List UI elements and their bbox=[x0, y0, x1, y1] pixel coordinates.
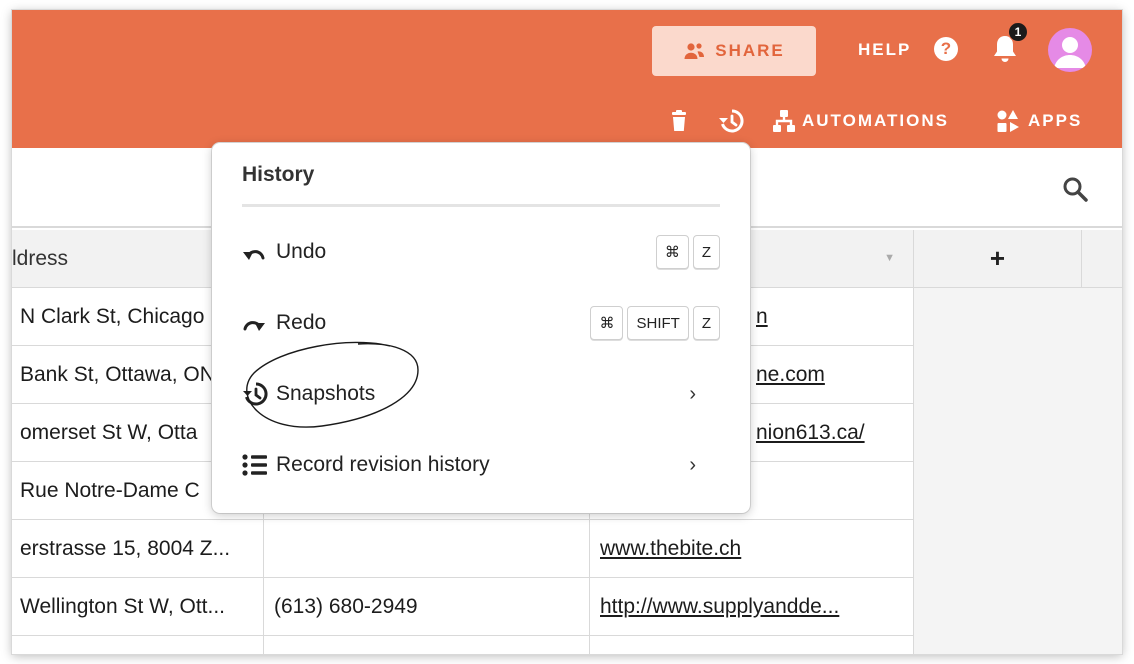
automations-label: AUTOMATIONS bbox=[802, 111, 949, 130]
table-row-partial[interactable] bbox=[264, 636, 590, 654]
table-cell-phone[interactable]: (613) 680-2949 bbox=[264, 578, 590, 636]
help-link[interactable]: HELP bbox=[858, 40, 911, 60]
add-column-button[interactable]: + bbox=[914, 230, 1082, 288]
table-row-partial[interactable] bbox=[12, 636, 264, 654]
table-cell-address[interactable]: Wellington St W, Ott... bbox=[12, 578, 264, 636]
table-cell-phone[interactable] bbox=[264, 520, 590, 578]
column-header-spacer bbox=[1082, 230, 1122, 288]
key-z: Z bbox=[692, 235, 720, 269]
trash-icon bbox=[672, 110, 686, 131]
table-cell-website[interactable]: www.thebite.ch bbox=[590, 520, 914, 578]
apps-icon bbox=[997, 110, 1019, 132]
list-icon bbox=[242, 451, 276, 479]
apps-button[interactable]: APPS bbox=[996, 106, 1082, 136]
redo-label: Redo bbox=[276, 311, 327, 334]
key-cmd: ⌘ bbox=[590, 306, 624, 340]
history-button[interactable] bbox=[718, 106, 744, 136]
redo-shortcut: ⌘ SHIFT Z bbox=[590, 306, 720, 340]
key-z: Z bbox=[692, 306, 720, 340]
undo-icon bbox=[242, 238, 276, 266]
share-users-icon bbox=[684, 43, 705, 59]
menu-item-record-revision-history[interactable]: Record revision history › bbox=[242, 439, 720, 491]
table-row-partial[interactable] bbox=[590, 636, 914, 654]
history-menu-title: History bbox=[242, 163, 315, 186]
header-toolbar: AUTOMATIONS APPS bbox=[12, 102, 1122, 142]
undo-label: Undo bbox=[276, 240, 327, 263]
redo-icon bbox=[242, 309, 276, 337]
apps-label: APPS bbox=[1028, 111, 1083, 130]
record-revision-history-label: Record revision history bbox=[276, 453, 490, 476]
key-cmd: ⌘ bbox=[655, 235, 689, 269]
column-dropdown-icon[interactable]: ▼ bbox=[884, 252, 895, 264]
notification-badge: 1 bbox=[1008, 22, 1028, 42]
hand-drawn-circle-annotation bbox=[246, 341, 419, 428]
table-cell-website[interactable]: http://www.supplyandde... bbox=[590, 578, 914, 636]
history-menu-divider bbox=[242, 204, 720, 207]
automations-icon bbox=[773, 110, 795, 132]
top-header: SHARE HELP ? 1 AUTOMATIONS APPS bbox=[12, 10, 1122, 148]
menu-item-undo[interactable]: Undo ⌘ Z bbox=[242, 226, 720, 278]
automations-button[interactable]: AUTOMATIONS bbox=[772, 106, 949, 136]
share-button[interactable]: SHARE bbox=[652, 26, 816, 76]
history-icon bbox=[719, 109, 744, 133]
user-avatar-icon[interactable] bbox=[1048, 28, 1092, 72]
trash-button[interactable] bbox=[670, 106, 688, 136]
app-window: SHARE HELP ? 1 AUTOMATIONS APPS ldress ▼… bbox=[12, 10, 1122, 654]
help-question-icon[interactable]: ? bbox=[934, 37, 958, 61]
chevron-right-icon: › bbox=[689, 453, 696, 476]
chevron-right-icon: › bbox=[689, 382, 696, 405]
search-icon[interactable] bbox=[1062, 176, 1088, 202]
key-shift: SHIFT bbox=[627, 306, 689, 340]
history-menu: History Undo ⌘ Z Redo ⌘ SHIFT Z Snapshot… bbox=[212, 143, 750, 513]
share-label: SHARE bbox=[715, 41, 785, 60]
table-cell-address[interactable]: erstrasse 15, 8004 Z... bbox=[12, 520, 264, 578]
undo-shortcut: ⌘ Z bbox=[655, 235, 720, 269]
column-header-label: ldress bbox=[12, 247, 69, 270]
